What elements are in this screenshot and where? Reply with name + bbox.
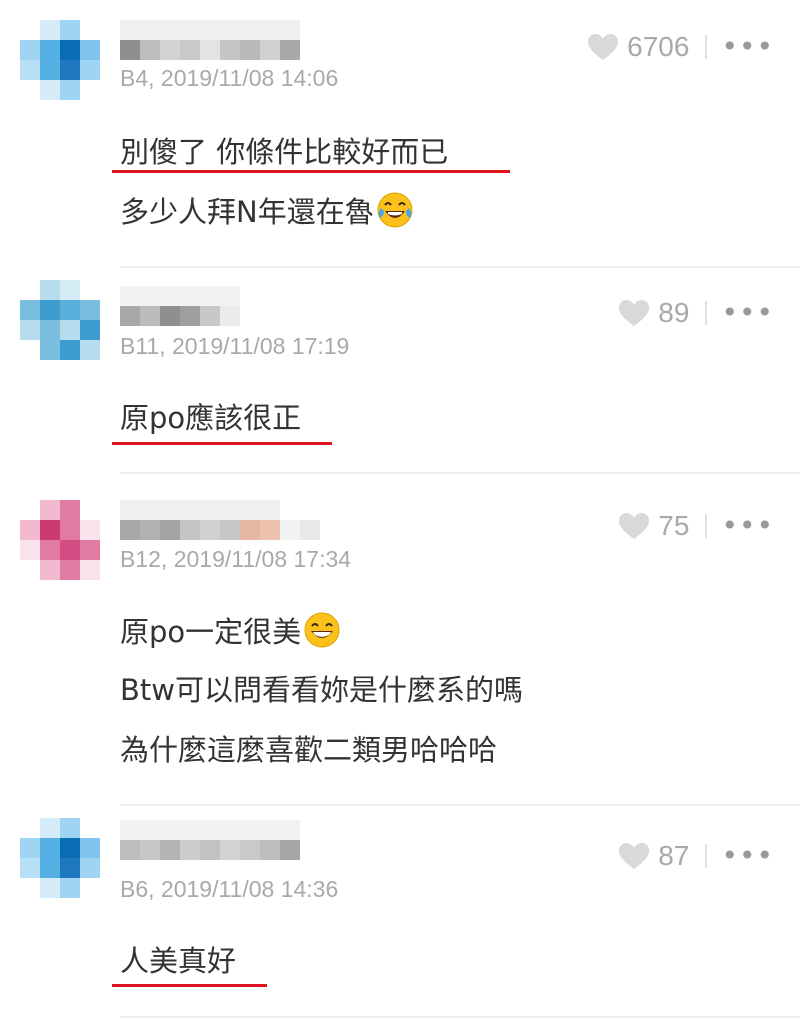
heart-icon[interactable] xyxy=(587,33,619,61)
comment-text: 原po一定很美 xyxy=(120,615,302,649)
more-options-icon[interactable]: ••• xyxy=(721,30,774,64)
more-options-icon[interactable]: ••• xyxy=(721,839,774,873)
comment-line: 為什麼這麼喜歡二類男哈哈哈 xyxy=(120,733,498,767)
comment-divider xyxy=(120,804,800,806)
like-control[interactable]: 6706 ••• xyxy=(587,30,774,64)
floor-timestamp: B6, 2019/11/08 14:36 xyxy=(120,876,339,902)
divider xyxy=(705,844,708,868)
highlight-underline xyxy=(112,442,332,445)
heart-icon[interactable] xyxy=(618,842,650,870)
avatar[interactable] xyxy=(20,280,100,360)
like-control[interactable]: 87 ••• xyxy=(618,839,774,873)
highlight-underline xyxy=(112,984,267,987)
divider xyxy=(705,514,708,538)
username-blurred-top xyxy=(120,286,240,306)
like-count: 87 xyxy=(658,840,690,871)
comment-line: 別傻了 你條件比較好而已 xyxy=(120,135,449,169)
avatar[interactable] xyxy=(20,20,100,100)
like-control[interactable]: 75 ••• xyxy=(618,509,774,543)
divider xyxy=(705,35,708,59)
comment-divider xyxy=(120,1016,800,1018)
username-blurred-top xyxy=(120,500,280,520)
grinning-face-with-smiling-eyes-icon xyxy=(304,612,340,648)
comment-divider xyxy=(120,472,800,474)
floor-timestamp: B12, 2019/11/08 17:34 xyxy=(120,546,352,572)
comment-text: 多少人拜N年還在魯 xyxy=(120,195,374,229)
comment-line: 人美真好 xyxy=(120,944,237,978)
comment-line: 原po應該很正 xyxy=(120,401,302,435)
comment-line: Btw可以問看看妳是什麼系的嗎 xyxy=(120,673,523,707)
like-count: 6706 xyxy=(627,31,690,62)
divider xyxy=(705,301,708,325)
username-blurred-top xyxy=(120,820,300,840)
username-blurred-top xyxy=(120,20,300,40)
comment-line: 多少人拜N年還在魯 xyxy=(120,191,414,232)
like-count: 89 xyxy=(658,297,690,328)
heart-icon[interactable] xyxy=(618,299,650,327)
more-options-icon[interactable]: ••• xyxy=(721,296,774,330)
face-with-tears-of-joy-icon xyxy=(377,192,413,228)
heart-icon[interactable] xyxy=(618,512,650,540)
avatar[interactable] xyxy=(20,818,100,898)
avatar[interactable] xyxy=(20,500,100,580)
highlight-underline xyxy=(112,170,510,173)
more-options-icon[interactable]: ••• xyxy=(721,509,774,543)
floor-timestamp: B4, 2019/11/08 14:06 xyxy=(120,65,339,91)
comment-line: 原po一定很美 xyxy=(120,611,341,652)
floor-timestamp: B11, 2019/11/08 17:19 xyxy=(120,333,350,359)
comment-divider xyxy=(120,266,800,268)
like-count: 75 xyxy=(658,510,690,541)
like-control[interactable]: 89 ••• xyxy=(618,296,774,330)
